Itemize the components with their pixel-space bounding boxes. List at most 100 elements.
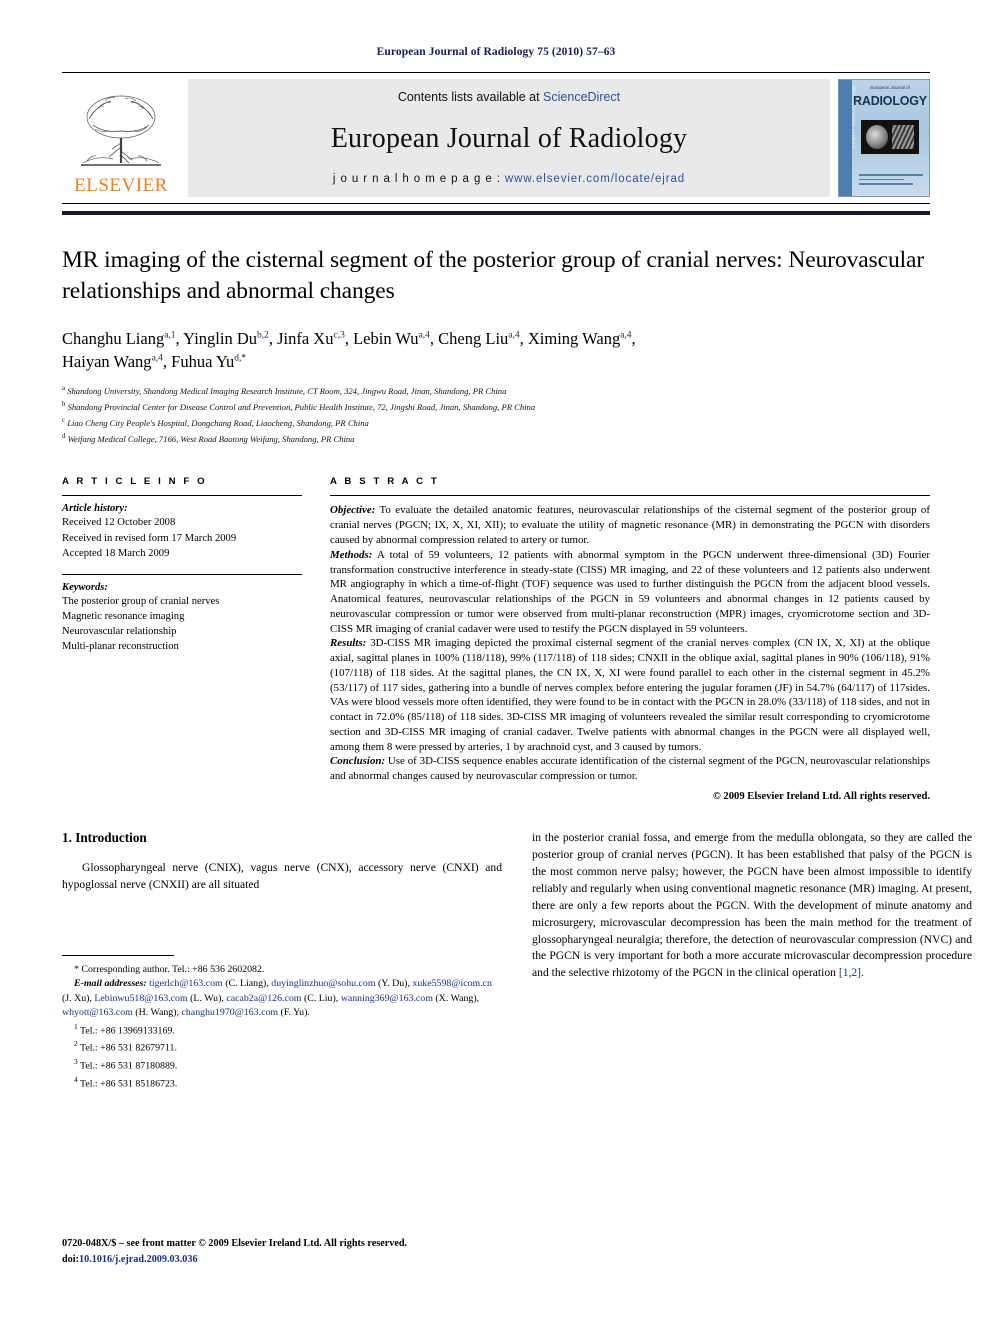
affiliation-text: Shandong Provincial Center for Disease C… [67, 401, 536, 412]
abstract-lead-objective: Objective: [330, 504, 376, 517]
cover-title: RADIOLOGY [853, 94, 927, 108]
journal-cover-thumbnail: European Journal of Radiology European J… [838, 79, 930, 197]
affiliation-marker: b [62, 401, 66, 409]
email-link[interactable]: duyinglinzhuo@sohu.com [271, 978, 375, 989]
masthead-bottom-rule [62, 211, 930, 215]
email-owner: (F. Yu). [278, 1007, 310, 1019]
doi-line: doi:10.1016/j.ejrad.2009.03.036 [62, 1252, 407, 1267]
abstract-heading: A B S T R A C T [330, 476, 440, 488]
email-owner: (C. Liang), [222, 978, 272, 990]
article-history-label: Article history: [62, 503, 128, 515]
abstract-text-results: 3D-CISS MR imaging depicted the proximal… [330, 637, 930, 753]
contents-available-line: Contents lists available at ScienceDirec… [398, 90, 620, 104]
affiliation-item: d Weifang Medical College, 7166, West Ro… [62, 431, 930, 447]
footnote-marker: 4 [74, 1074, 78, 1084]
introduction-right-end: . [861, 966, 864, 980]
email-owner: (Y. Du), [375, 978, 413, 990]
abstract-results: Results: 3D-CISS MR imaging depicted the… [330, 636, 930, 754]
cover-text-lines [859, 174, 923, 188]
footnote-tel-2: 2 Tel.: +86 531 82679711. [62, 1038, 502, 1056]
footnote-tel-text: Tel.: +86 531 82679711. [80, 1042, 177, 1054]
footnote-tel-4: 4 Tel.: +86 531 85186723. [62, 1074, 502, 1092]
introduction-paragraph-right: in the posterior cranial fossa, and emer… [532, 830, 972, 982]
running-head: European Journal of Radiology 75 (2010) … [376, 46, 616, 58]
author-affil-marker: d,* [234, 353, 247, 364]
author-affil-marker: a,4 [418, 330, 430, 340]
email-link[interactable]: tigerlch@163.com [149, 978, 223, 989]
footnote-marker: 3 [74, 1057, 78, 1067]
footnote-marker: 2 [74, 1039, 78, 1049]
footnote-tel-text: Tel.: +86 531 85186723. [80, 1078, 178, 1090]
author-line-2: Haiyan Wanga,4, Fuhua Yud,* [62, 352, 247, 372]
email-link[interactable]: Lebinwu518@163.com [94, 993, 187, 1004]
affiliation-marker: d [62, 432, 66, 440]
journal-masthead: ELSEVIER Contents lists available at Sci… [62, 72, 930, 204]
elsevier-wordmark: ELSEVIER [74, 175, 168, 196]
secondary-scan-icon [892, 125, 914, 149]
affiliation-marker: c [62, 416, 66, 424]
email-link[interactable]: cacab2a@126.com [226, 993, 301, 1004]
article-history-block: Article history: Received 12 October 200… [62, 495, 302, 560]
masthead-banner: Contents lists available at ScienceDirec… [188, 79, 830, 197]
keyword-item: The posterior group of cranial nerves [62, 595, 220, 607]
citation-link[interactable]: [1,2] [839, 966, 861, 979]
abstract-lead-results: Results: [330, 637, 367, 650]
brain-scan-icon [866, 125, 888, 149]
author-affil-marker: b,2 [256, 330, 269, 340]
cover-scan-image [861, 120, 919, 154]
history-revised: Received in revised form 17 March 2009 [62, 532, 237, 544]
abstract-methods: Methods: A total of 59 volunteers, 12 pa… [330, 548, 930, 637]
elsevier-logo: ELSEVIER [62, 79, 180, 197]
footnote-tel-text: Tel.: +86 531 87180889. [80, 1060, 178, 1072]
article-page: European Journal of Radiology 75 (2010) … [0, 0, 992, 1323]
affiliation-text: Shandong University, Shandong Medical Im… [67, 386, 507, 397]
history-received: Received 12 October 2008 [62, 517, 176, 529]
abstract-lead-conclusion: Conclusion: [330, 755, 386, 768]
affiliation-text: Weifang Medical College, 7166, West Road… [67, 433, 355, 444]
email-link[interactable]: xuke5598@icom.cn [412, 978, 492, 989]
issn-line: 0720-048X/$ – see front matter © 2009 El… [62, 1238, 408, 1250]
keyword-item: Neurovascular relationship [62, 625, 177, 637]
author-affil-marker: c,3 [333, 330, 345, 340]
page-title: MR imaging of the cisternal segment of t… [62, 247, 925, 305]
footnote-tel-text: Tel.: +86 13969133169. [80, 1025, 175, 1037]
email-link[interactable]: whyott@163.com [62, 1007, 133, 1018]
abstract-copyright: © 2009 Elsevier Ireland Ltd. All rights … [712, 791, 930, 803]
contents-prefix: Contents lists available at [397, 90, 544, 104]
info-abstract-section: A R T I C L E I N F O Article history: R… [62, 476, 930, 802]
sciencedirect-link[interactable]: ScienceDirect [543, 90, 620, 104]
keyword-item: Multi-planar reconstruction [62, 640, 179, 652]
journal-title: European Journal of Radiology [330, 122, 688, 154]
abstract-column: A B S T R A C T Objective: To evaluate t… [330, 476, 930, 802]
footnote-tel-1: 1 Tel.: +86 13969133169. [62, 1021, 502, 1039]
email-owner: (J. Xu), [62, 992, 95, 1004]
abstract-text-objective: To evaluate the detailed anatomic featur… [330, 504, 930, 546]
footnote-corresponding-author: * Corresponding author. Tel.: +86 536 26… [74, 964, 265, 976]
homepage-url-link[interactable]: www.elsevier.com/locate/ejrad [505, 173, 685, 185]
footer-issn-block: 0720-048X/$ – see front matter © 2009 El… [62, 1236, 407, 1267]
body-column-right: in the posterior cranial fossa, and emer… [532, 830, 972, 982]
cover-top-line: European Journal of [870, 85, 910, 90]
affiliation-text: Liao Cheng City People's Hospital, Dongc… [67, 417, 369, 428]
cover-spine: European Journal of Radiology [839, 80, 856, 196]
email-addresses-label: E-mail addresses: [74, 978, 147, 990]
email-owner: (C. Liu), [301, 992, 341, 1004]
abstract-text-conclusion: Use of 3D-CISS sequence enables accurate… [330, 755, 930, 783]
email-link[interactable]: changhu1970@163.com [181, 1007, 278, 1018]
keyword-item: Magnetic resonance imaging [62, 610, 185, 622]
author-affil-marker: a,4 [508, 330, 520, 340]
author-line-1: Changhu Lianga,1, Yinglin Dub,2, Jinfa X… [62, 328, 636, 348]
author-list: Changhu Lianga,1, Yinglin Dub,2, Jinfa X… [62, 327, 930, 375]
footnote-marker: 1 [74, 1021, 78, 1031]
article-info-column: A R T I C L E I N F O Article history: R… [62, 476, 302, 802]
footnote-tel-3: 3 Tel.: +86 531 87180889. [62, 1056, 502, 1074]
doi-link[interactable]: 10.1016/j.ejrad.2009.03.036 [79, 1254, 198, 1265]
footnote-emails: E-mail addresses: tigerlch@163.com (C. L… [62, 977, 502, 1020]
abstract-objective: Objective: To evaluate the detailed anat… [330, 503, 930, 547]
email-link[interactable]: wanning369@163.com [341, 993, 433, 1004]
email-owner: (X. Wang), [432, 992, 480, 1004]
homepage-prefix: j o u r n a l h o m e p a g e : [332, 173, 505, 185]
author-affil-marker: a,4 [620, 330, 632, 340]
title-block: MR imaging of the cisternal segment of t… [62, 245, 930, 446]
introduction-right-text: in the posterior cranial fossa, and emer… [532, 831, 972, 980]
